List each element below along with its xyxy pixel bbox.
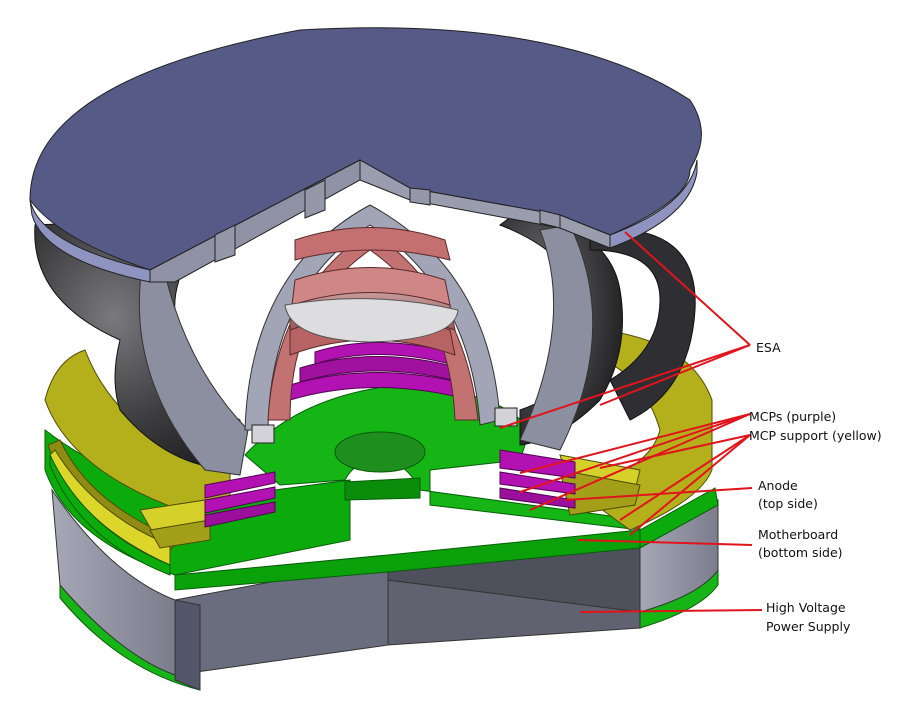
anode-label-line1: Anode (758, 478, 798, 493)
hv-label-line2: Power Supply (766, 619, 851, 634)
motherboard-label-line2: (bottom side) (758, 545, 843, 560)
motherboard-label-line1: Motherboard (758, 527, 839, 542)
hv-label-line1: High Voltage (766, 600, 846, 615)
mcp-support-label: MCP support (yellow) (749, 428, 882, 443)
mcps-label: MCPs (purple) (749, 409, 837, 424)
instrument-cutaway-diagram: ESA MCPs (purple) MCP support (yellow) A… (0, 0, 907, 716)
anode-label-line2: (top side) (758, 496, 818, 511)
esa-label: ESA (756, 340, 781, 355)
